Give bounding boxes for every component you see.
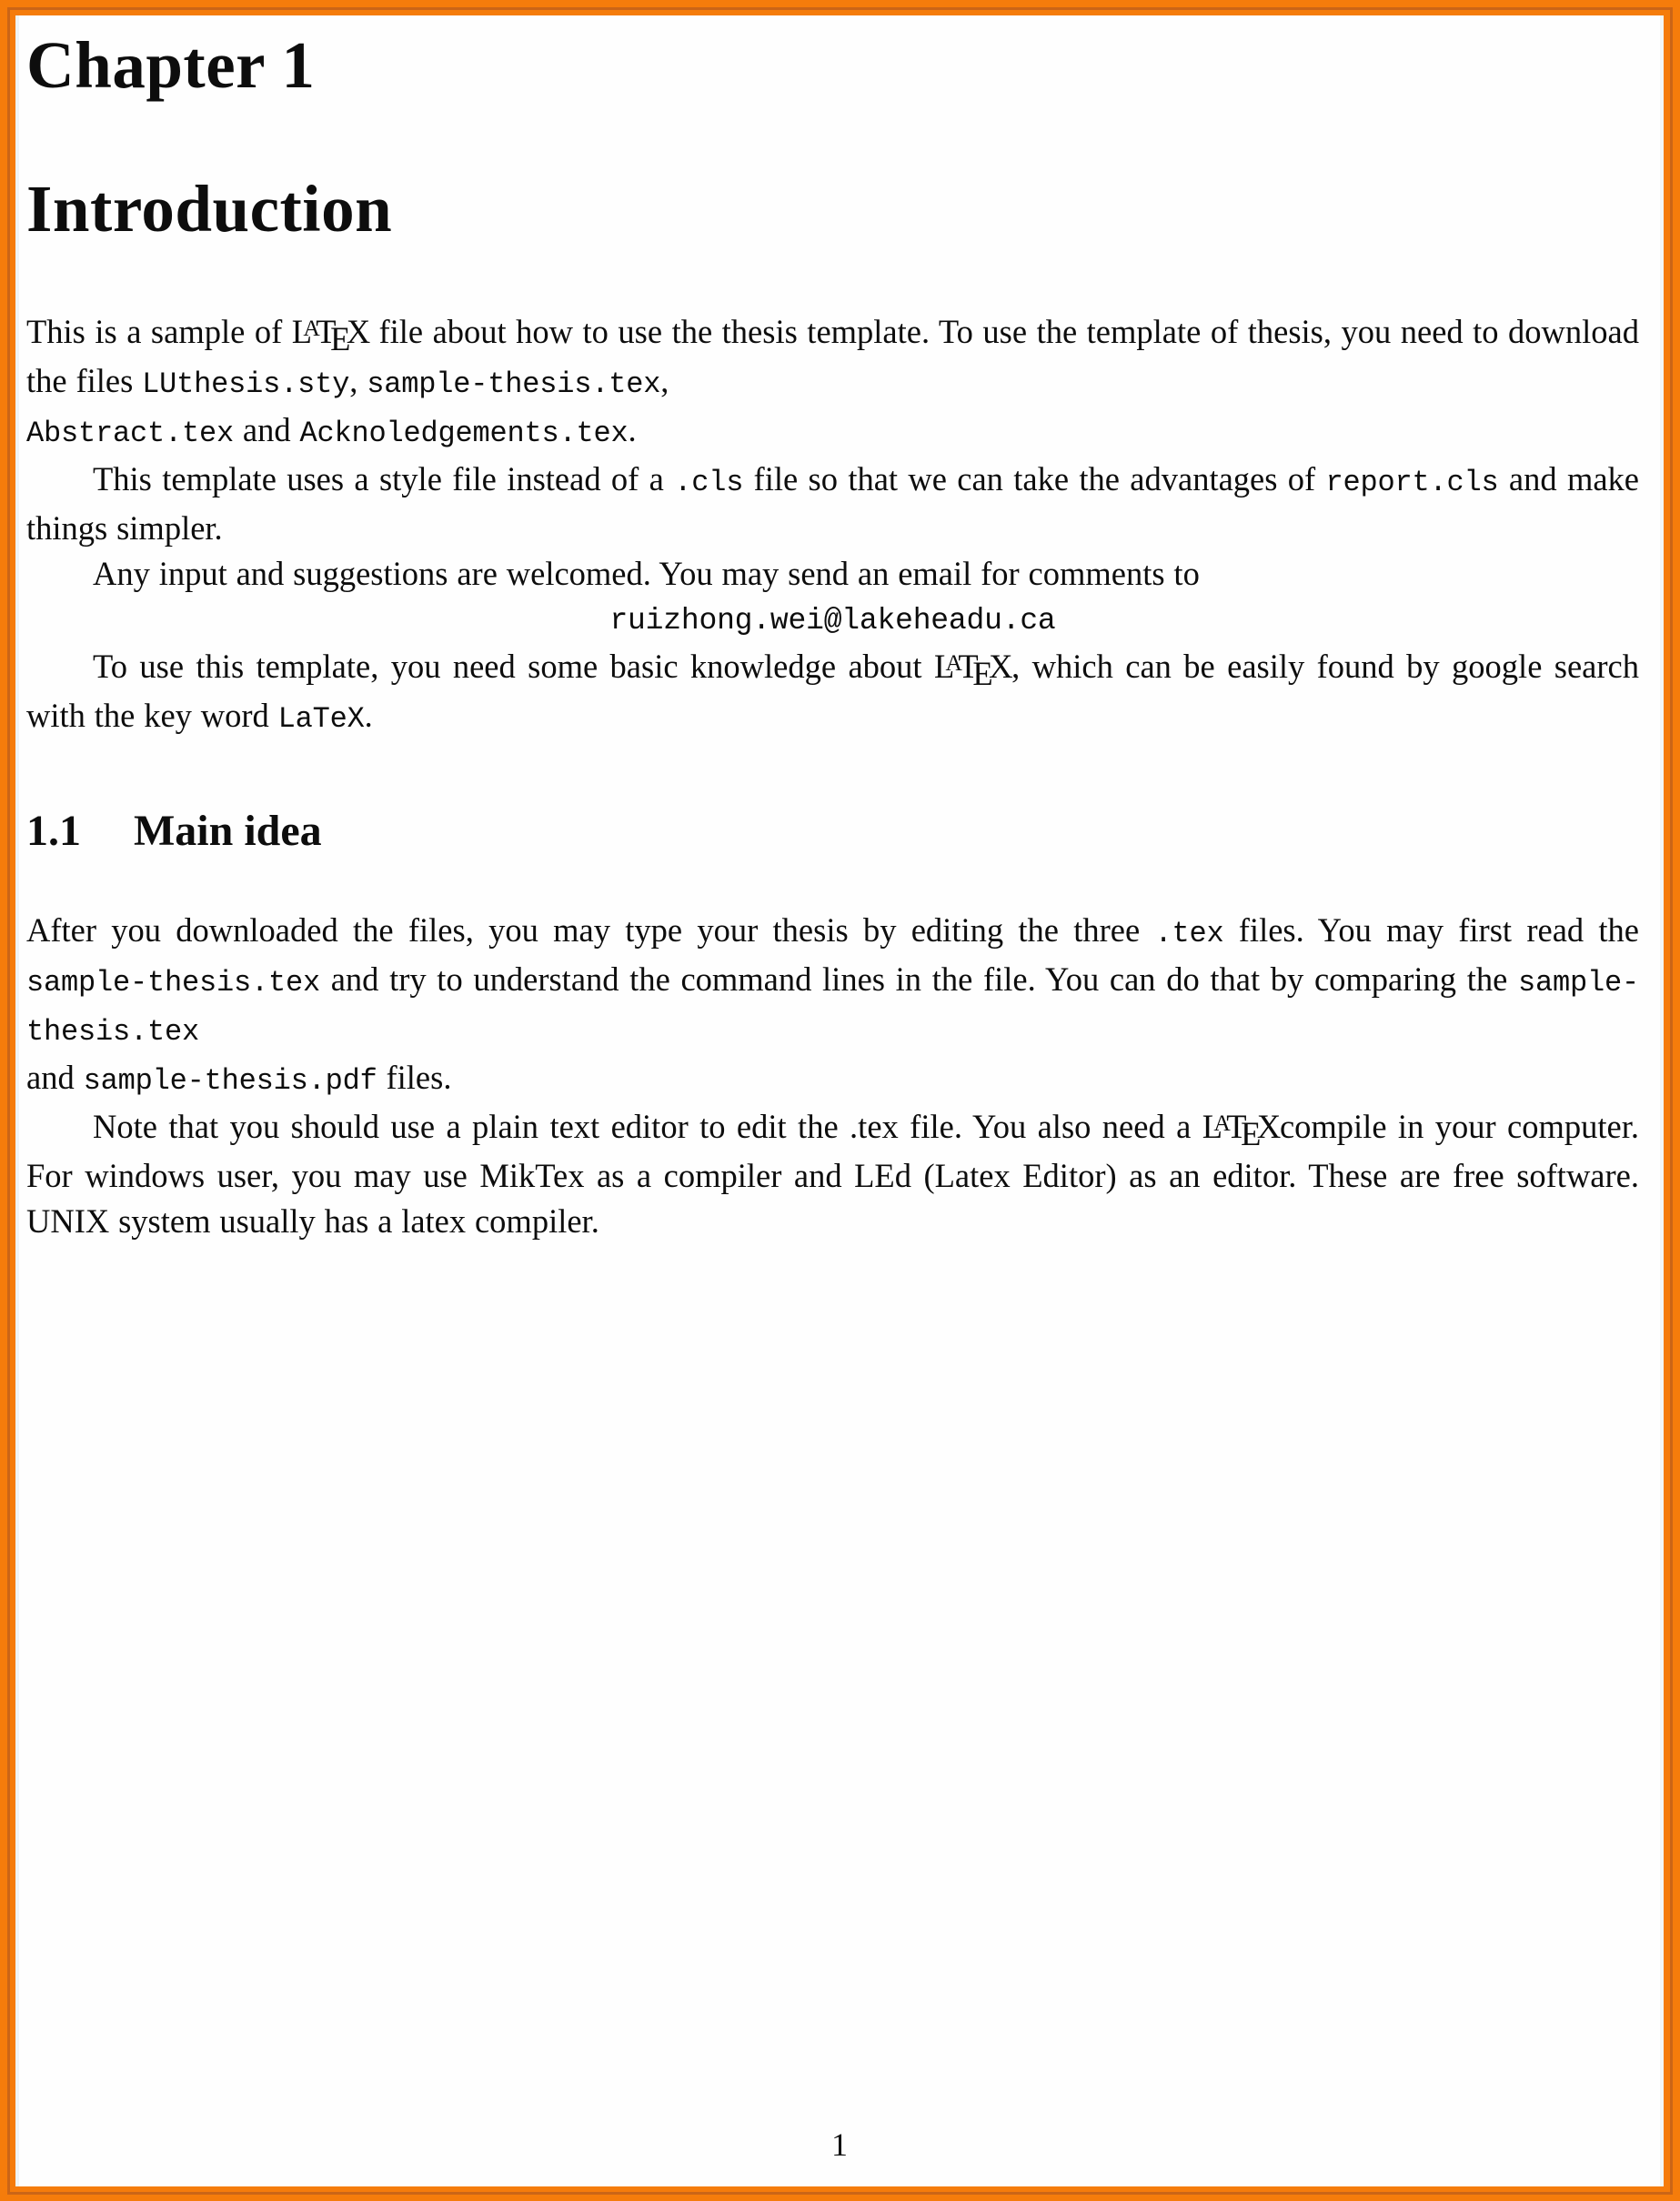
sec-p1-text-a: After you downloaded the files, you may … [26,911,1155,949]
intro-p1-text-a: This is a sample of [26,313,292,350]
filename-sample-thesis-tex: sample-thesis.tex [367,367,661,401]
section-paragraph-1: After you downloaded the files, you may … [26,908,1639,1104]
intro-paragraph-4: To use this template, you need some basi… [26,644,1639,742]
intro-p4-text-a: To use this template, you need some basi… [93,648,934,685]
keyword-latex: LaTeX [277,702,365,736]
page-sheet: Chapter 1 Introduction This is a sample … [15,15,1664,2186]
chapter-title-heading: Introduction [26,172,393,246]
intro-p1-sep-2: , [660,362,669,399]
intro-p1-period: . [628,411,637,448]
latex-logo: LATEX [291,313,371,358]
intro-paragraph-3: Any input and suggestions are welcomed. … [26,551,1639,597]
intro-p1-sep-1: , [349,362,367,399]
intro-p4-period: . [364,697,373,734]
filename-report-cls: report.cls [1325,466,1499,499]
sec-p2-text-a: Note that you should use a plain text ed… [93,1108,1202,1145]
page-text-column: Chapter 1 Introduction This is a sample … [26,15,1639,1244]
section-paragraph-2: Note that you should use a plain text ed… [26,1104,1639,1244]
page-number: 1 [831,2126,848,2163]
filename-sample-thesis-pdf: sample-thesis.pdf [83,1064,377,1098]
section-title: Main idea [134,807,322,855]
filename-sample-thesis-tex: sample-thesis.tex [26,966,321,1000]
latex-logo: LATEX [933,648,1013,693]
sec-p1-text-and: and [26,1059,84,1096]
latex-logo: LATEX [1202,1108,1282,1153]
sec-p1-text-c: and try to understand the command lines … [320,960,1518,998]
intro-paragraph-2: This template uses a style file instead … [26,457,1639,551]
extension-tex: .tex [1154,917,1224,950]
intro-p1-text-and: and [234,411,300,448]
contact-email: ruizhong.wei@lakeheadu.ca [609,604,1056,638]
filename-acknoledgements-tex: Acknoledgements.tex [299,417,629,450]
scanned-page-border: Chapter 1 Introduction This is a sample … [0,0,1680,2201]
contact-email-line: ruizhong.wei@lakeheadu.ca [26,597,1639,644]
intro-p3-text: Any input and suggestions are welcomed. … [93,555,1200,592]
filename-cls-ext: .cls [674,466,744,499]
section-heading-main-idea: 1.1 Main idea [26,809,1639,853]
sec-p1-text-e: files. [377,1059,452,1096]
intro-p2-text-a: This template uses a style file instead … [93,460,675,497]
section-number: 1.1 [26,807,81,855]
chapter-number-heading: Chapter 1 [26,28,316,102]
filename-luthesis-sty: LUthesis.sty [142,367,350,401]
sec-p1-text-b: files. You may first read the [1223,911,1640,949]
intro-paragraph-1: This is a sample of LATEX file about how… [26,309,1639,457]
intro-p2-text-b: file so that we can take the advantages … [743,460,1326,497]
filename-abstract-tex: Abstract.tex [26,417,235,450]
